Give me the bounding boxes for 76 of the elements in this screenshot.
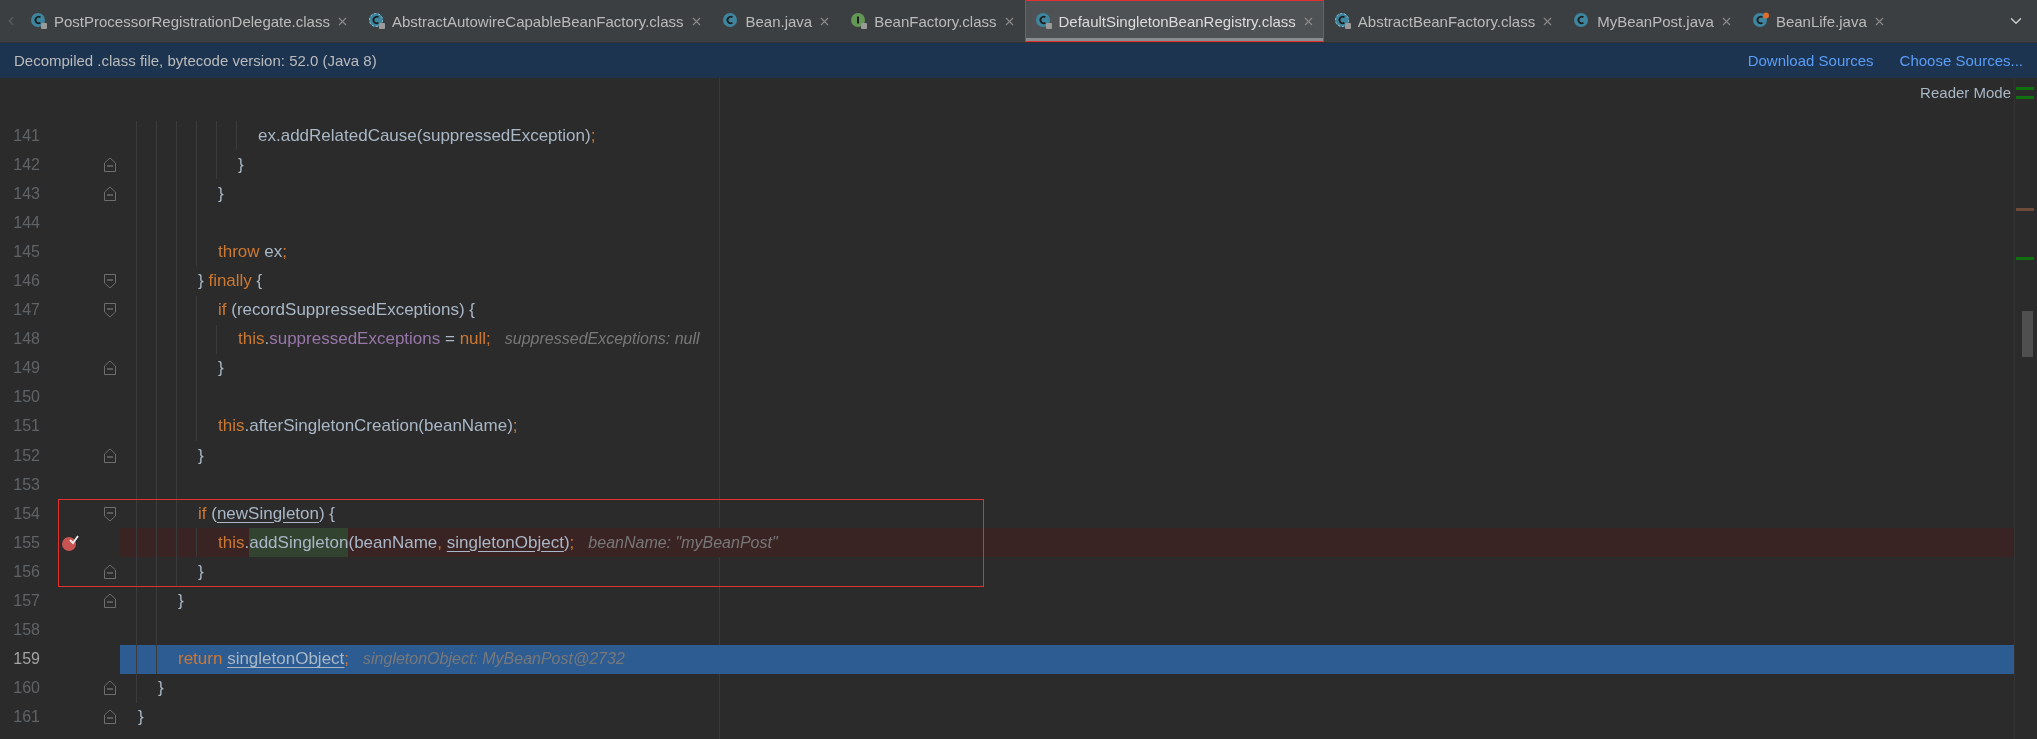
line-number: 143 xyxy=(12,184,40,203)
code-line: } xyxy=(178,591,184,612)
class-file-icon xyxy=(1034,12,1053,30)
code-line: } finally { xyxy=(198,271,263,291)
inline-value-hint: suppressedExceptions: null xyxy=(504,330,700,349)
fold-marker-icon[interactable] xyxy=(103,156,117,173)
change-marker xyxy=(2016,257,2034,260)
class-file-icon xyxy=(30,12,48,30)
banner-link[interactable]: Choose Sources... xyxy=(1899,52,2023,69)
reader-mode-link[interactable]: Reader Mode xyxy=(1920,84,2011,101)
fold-marker-icon[interactable] xyxy=(103,709,117,726)
line-number: 161 xyxy=(12,708,40,727)
line-number: 147 xyxy=(12,301,40,320)
change-marker xyxy=(2016,87,2034,90)
abstract-class-icon xyxy=(367,12,386,30)
line-number: 160 xyxy=(12,679,40,698)
fold-marker-icon[interactable] xyxy=(103,680,117,697)
editor-tab[interactable]: PostProcessorRegistrationDelegate.class xyxy=(20,0,358,42)
code-line: return singletonObject; xyxy=(178,649,350,670)
line-number: 144 xyxy=(12,213,40,232)
fold-marker-icon[interactable] xyxy=(103,505,117,522)
code-line: ex.addRelatedCause(suppressedException); xyxy=(258,125,596,146)
inline-value-hint: singletonObject: MyBeanPost@2732 xyxy=(363,650,625,669)
fold-marker-icon[interactable] xyxy=(103,185,117,202)
editor-tab[interactable]: DefaultSingletonBeanRegistry.class xyxy=(1024,0,1324,42)
banner-link[interactable]: Download Sources xyxy=(1747,52,1874,69)
line-number: 155 xyxy=(12,533,40,552)
change-marker xyxy=(2016,96,2034,99)
line-number: 146 xyxy=(12,272,40,290)
fold-marker-icon[interactable] xyxy=(103,302,117,319)
code-line: if (newSingleton) { xyxy=(198,503,336,524)
breakpoint-icon[interactable] xyxy=(61,533,79,552)
line-number: 141 xyxy=(12,126,40,145)
line-number: 151 xyxy=(12,417,40,436)
code-line: } xyxy=(158,678,164,699)
editor-tab[interactable]: BeanLife.java xyxy=(1741,0,1895,42)
editor-tab[interactable]: Bean.java xyxy=(711,0,841,42)
fold-marker-icon[interactable] xyxy=(103,360,117,377)
abstract-class-icon xyxy=(1333,12,1352,30)
fold-marker-icon[interactable] xyxy=(103,593,117,610)
warning-marker xyxy=(2016,208,2034,211)
editor-tab[interactable]: AbstractBeanFactory.class xyxy=(1323,0,1564,42)
editor-tab[interactable]: BeanFactory.class xyxy=(840,0,1025,42)
runnable-class-icon xyxy=(1751,12,1770,30)
fold-marker-icon[interactable] xyxy=(103,563,117,580)
code-line: } xyxy=(238,154,244,175)
code-line: } xyxy=(198,445,204,466)
line-number: 153 xyxy=(12,475,40,494)
code-line: if (recordSuppressedExceptions) { xyxy=(218,300,476,321)
line-number: 156 xyxy=(12,562,40,581)
code-line: } xyxy=(138,707,144,728)
class-icon xyxy=(721,12,740,30)
line-number: 154 xyxy=(12,504,40,523)
line-number: 152 xyxy=(12,446,40,465)
line-number: 149 xyxy=(12,359,40,378)
line-number: 148 xyxy=(12,330,40,349)
code-line: this.suppressedExceptions = null; xyxy=(238,329,491,350)
interface-icon xyxy=(850,12,869,30)
banner-text: Decompiled .class file, bytecode version: 52.0 (Java 8) xyxy=(14,52,378,69)
code-line: throw ex; xyxy=(218,241,287,262)
code-line: } xyxy=(218,358,224,379)
inline-value-hint: beanName: "myBeanPost" xyxy=(588,533,778,552)
line-number: 150 xyxy=(12,388,40,407)
editor-tab[interactable]: MyBeanPost.java xyxy=(1563,0,1742,42)
fold-marker-icon[interactable] xyxy=(103,447,117,464)
fold-marker-icon[interactable] xyxy=(103,273,117,289)
scrollbar-thumb[interactable] xyxy=(2022,311,2033,357)
line-number: 157 xyxy=(12,592,40,611)
line-number: 159 xyxy=(12,650,40,669)
code-line: } xyxy=(198,561,204,582)
line-number: 145 xyxy=(12,242,40,261)
line-number: 142 xyxy=(12,155,40,174)
line-number: 158 xyxy=(12,621,40,640)
editor-tab[interactable]: AbstractAutowireCapableBeanFactory.class xyxy=(357,0,712,42)
code-line: } xyxy=(218,183,224,204)
code-line: this.afterSingletonCreation(beanName); xyxy=(218,416,518,437)
